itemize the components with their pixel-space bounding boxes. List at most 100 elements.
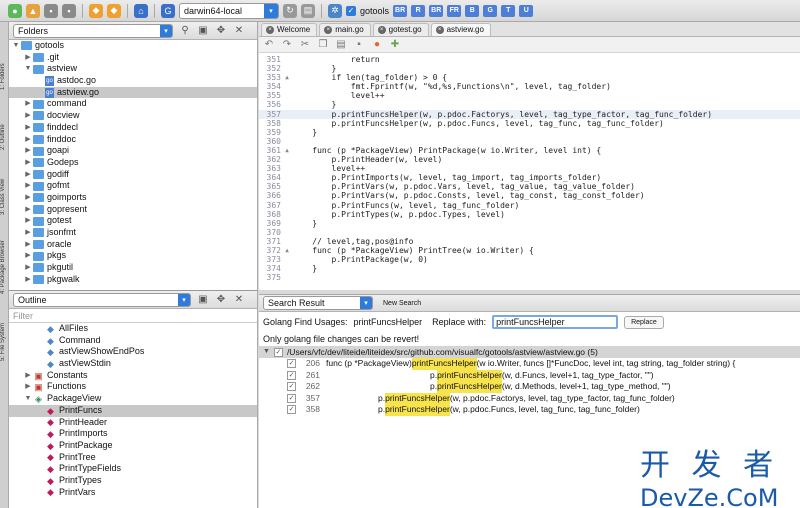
run-chip[interactable]: R xyxy=(411,4,426,17)
editor-tab[interactable]: × main.go xyxy=(319,22,371,36)
collapsed-arrow-icon[interactable]: ▶ xyxy=(23,169,33,181)
folder-tree-item[interactable]: go astview.go xyxy=(9,86,257,99)
folder-tree-item[interactable]: ▶ .git xyxy=(9,52,257,64)
folder-tree-item[interactable]: ▶ goimports xyxy=(9,192,257,204)
collapsed-arrow-icon[interactable]: ▶ xyxy=(23,192,33,204)
save-icon[interactable]: ▪ xyxy=(44,3,58,18)
collapsed-arrow-icon[interactable]: ▶ xyxy=(23,274,33,286)
folder-tree-item[interactable]: ▼ gotools xyxy=(9,40,257,52)
collapsed-arrow-icon[interactable]: ▶ xyxy=(23,122,33,134)
fold-marker-icon[interactable]: ▲ xyxy=(283,146,291,155)
result-row[interactable]: ✓ 206 func (p *PackageView) printFuncsHelp… xyxy=(259,358,800,370)
folder-tree-item[interactable]: ▶ godiff xyxy=(9,169,257,181)
folder-tree-item[interactable]: ▶ command xyxy=(9,98,257,110)
close-icon[interactable]: × xyxy=(435,25,444,34)
redo-icon[interactable]: ↷ xyxy=(281,39,293,50)
expanded-arrow-icon[interactable]: ▼ xyxy=(23,393,33,405)
env-select[interactable]: darwin64-local ▾ xyxy=(179,2,279,19)
folder-tree-item[interactable]: ▶ finddecl xyxy=(9,122,257,134)
record-icon[interactable]: ● xyxy=(371,39,383,50)
side-tab-class-view[interactable]: 3: Class View xyxy=(0,172,9,222)
search-result-combo[interactable]: Search Result ▾ xyxy=(263,296,373,310)
collapsed-arrow-icon[interactable]: ▶ xyxy=(23,180,33,192)
cut-icon[interactable]: ✂ xyxy=(299,39,311,50)
forward-icon[interactable]: ◆ xyxy=(107,3,121,18)
get-menu-chip[interactable]: G xyxy=(483,4,498,17)
project-checkbox[interactable]: ✓ xyxy=(346,5,356,16)
copy-icon[interactable]: ❐ xyxy=(317,39,329,50)
fold-marker-icon[interactable]: ▲ xyxy=(283,246,291,255)
outline-item[interactable]: ◆ PrintFuncs xyxy=(9,404,257,417)
comment-icon[interactable]: ▪ xyxy=(353,39,365,50)
build-menu-chip[interactable]: B xyxy=(465,4,480,17)
fold-marker-icon[interactable]: ▲ xyxy=(283,73,291,82)
chevron-down-icon[interactable]: ▼ xyxy=(263,346,270,358)
side-tab-package-browser[interactable]: 4: Package Browser xyxy=(0,232,9,302)
undo-icon[interactable]: ↶ xyxy=(263,39,275,50)
filter-icon[interactable]: ⚲ xyxy=(179,25,191,36)
new-search-button[interactable]: New Search xyxy=(383,300,421,307)
collapsed-arrow-icon[interactable]: ▶ xyxy=(23,239,33,251)
close-icon[interactable]: × xyxy=(377,25,386,34)
editor-tab[interactable]: × astview.go xyxy=(430,22,491,36)
result-checkbox[interactable]: ✓ xyxy=(287,393,296,403)
file-checkbox[interactable]: ✓ xyxy=(273,347,283,357)
result-row[interactable]: ✓ 261 p. printFuncsHelper (w, d.Funcs, level… xyxy=(259,369,800,381)
file-run-chip[interactable]: FR xyxy=(447,4,462,17)
outline-item[interactable]: ▶ ▣ Constants xyxy=(9,370,257,382)
folder-tree-item[interactable]: ▶ docview xyxy=(9,110,257,122)
outline-item[interactable]: ◆ PrintImports xyxy=(9,428,257,440)
replace-button[interactable]: Replace xyxy=(624,315,664,329)
editor-tab[interactable]: × Welcome xyxy=(261,22,318,36)
pin-icon[interactable]: ✥ xyxy=(215,25,227,36)
go-env-icon[interactable]: G xyxy=(161,3,175,18)
split-icon[interactable]: ▣ xyxy=(197,294,209,305)
collapsed-arrow-icon[interactable]: ▶ xyxy=(23,370,33,382)
folder-tree-item[interactable]: go astdoc.go xyxy=(9,75,257,87)
collapsed-arrow-icon[interactable]: ▶ xyxy=(23,157,33,169)
outline-item[interactable]: ◆ astViewShowEndPos xyxy=(9,346,257,358)
back-icon[interactable]: ◆ xyxy=(89,3,103,18)
outline-item[interactable]: ◆ Command xyxy=(9,335,257,347)
collapsed-arrow-icon[interactable]: ▶ xyxy=(23,381,33,393)
outline-item[interactable]: ◆ PrintTree xyxy=(9,452,257,464)
open-folder-icon[interactable]: ▲ xyxy=(26,3,40,18)
folder-tree-item[interactable]: ▶ goapi xyxy=(9,145,257,157)
side-tab-file-system[interactable]: 5: File System xyxy=(0,312,9,372)
close-icon[interactable]: × xyxy=(324,25,333,34)
code-area[interactable]: 351 return 352 } 353 ▲ if len(tag_folder) >… xyxy=(259,55,800,290)
close-icon[interactable]: ✕ xyxy=(233,294,245,305)
close-icon[interactable]: × xyxy=(266,25,274,34)
pin-icon[interactable]: ✥ xyxy=(215,294,227,305)
side-tab-folders[interactable]: 1: Folders xyxy=(0,52,9,102)
update-chip[interactable]: U xyxy=(519,4,534,17)
folder-tree-item[interactable]: ▶ gopresent xyxy=(9,204,257,216)
result-checkbox[interactable]: ✓ xyxy=(287,382,296,392)
outline-item[interactable]: ◆ PrintVars xyxy=(9,487,257,499)
folder-tree-item[interactable]: ▶ pkgs xyxy=(9,250,257,262)
refresh-icon[interactable]: ↻ xyxy=(283,3,297,18)
build-chip[interactable]: BR xyxy=(393,4,408,17)
paste-icon[interactable]: ▤ xyxy=(335,39,347,50)
outline-item[interactable]: ◆ astViewStdin xyxy=(9,358,257,370)
result-row[interactable]: ✓ 358 p. printFuncsHelper (w, p.pdoc.Funcs, … xyxy=(259,404,800,416)
outline-item[interactable]: ◆ PrintTypes xyxy=(9,475,257,487)
collapsed-arrow-icon[interactable]: ▶ xyxy=(23,215,33,227)
folder-tree-item[interactable]: ▶ oracle xyxy=(9,239,257,251)
outline-item[interactable]: ◆ AllFiles xyxy=(9,323,257,335)
collapsed-arrow-icon[interactable]: ▶ xyxy=(23,250,33,262)
expanded-arrow-icon[interactable]: ▼ xyxy=(11,40,21,52)
outline-combo[interactable]: Outline ▾ xyxy=(13,292,191,307)
outline-item[interactable]: ▶ ▣ Functions xyxy=(9,381,257,393)
collapsed-arrow-icon[interactable]: ▶ xyxy=(23,204,33,216)
result-checkbox[interactable]: ✓ xyxy=(287,370,296,380)
outline-filter-input[interactable]: Filter xyxy=(9,309,257,323)
side-tab-outline[interactable]: 2: Outline xyxy=(0,112,9,162)
result-row[interactable]: ✓ 262 p. printFuncsHelper (w, d.Methods, lev… xyxy=(259,381,800,393)
collapsed-arrow-icon[interactable]: ▶ xyxy=(23,134,33,146)
collapsed-arrow-icon[interactable]: ▶ xyxy=(23,262,33,274)
result-file-row[interactable]: ▼ ✓ /Users/vfc/dev/liteide/liteidex/src/… xyxy=(259,346,800,358)
split-icon[interactable]: ▣ xyxy=(197,25,209,36)
collapsed-arrow-icon[interactable]: ▶ xyxy=(23,227,33,239)
collapsed-arrow-icon[interactable]: ▶ xyxy=(23,110,33,122)
